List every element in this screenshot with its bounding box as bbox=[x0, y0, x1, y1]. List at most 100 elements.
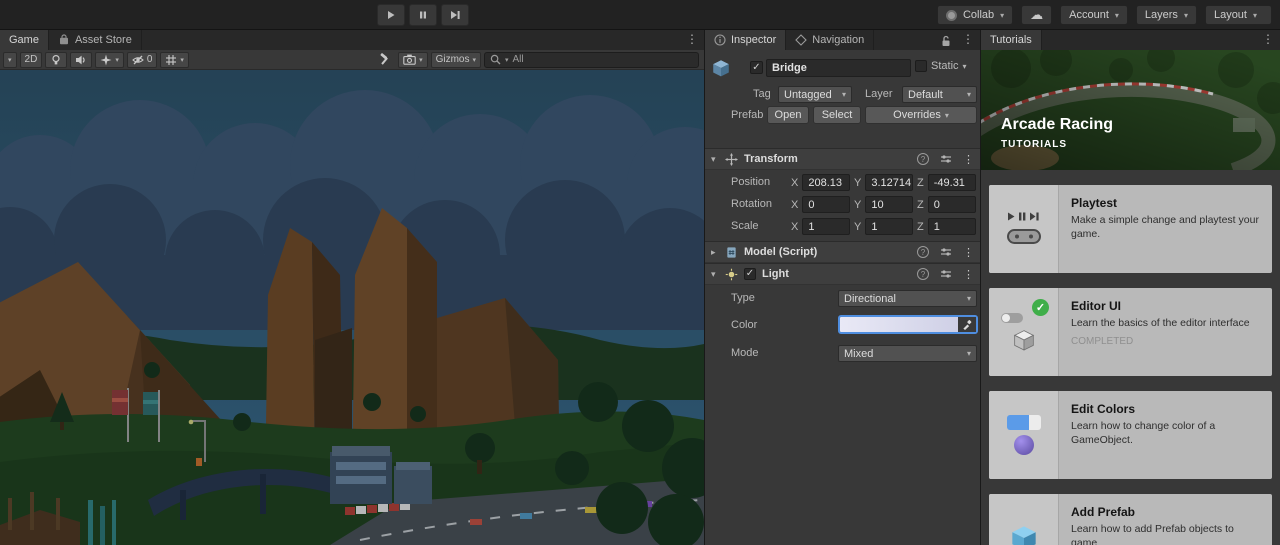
help-icon[interactable]: ? bbox=[917, 246, 929, 258]
game-scene-render bbox=[0, 70, 704, 545]
script-icon bbox=[727, 246, 736, 258]
gameobject-name-field[interactable]: Bridge bbox=[766, 59, 911, 77]
help-icon[interactable]: ? bbox=[917, 268, 929, 280]
foldout-icon[interactable]: ▾ bbox=[711, 154, 719, 165]
presets-icon[interactable] bbox=[940, 246, 952, 258]
color-bar-icon bbox=[1006, 415, 1041, 430]
gizmos-dropdown[interactable]: Gizmos ▾ bbox=[430, 51, 481, 68]
position-x[interactable]: X 208.13 bbox=[791, 174, 851, 191]
scale-y[interactable]: Y1 bbox=[854, 218, 914, 235]
position-x-field[interactable]: 208.13 bbox=[802, 174, 851, 191]
scene-visibility-toggle[interactable]: 0 bbox=[126, 51, 158, 68]
layers-button[interactable]: Layers ▾ bbox=[1135, 5, 1197, 25]
static-control[interactable]: Static ▾ bbox=[915, 60, 967, 72]
y-label: Y bbox=[854, 220, 862, 233]
tutorials-menu-kebab-icon[interactable]: ⋮ bbox=[1262, 32, 1274, 46]
model-script-component-header[interactable]: ▸ Model (Script) ? ⋮ bbox=[705, 241, 980, 263]
editor-tools-button[interactable] bbox=[374, 52, 395, 68]
layer-dropdown[interactable]: Default ▾ bbox=[902, 86, 977, 103]
grid-dropdown[interactable]: ▾ bbox=[160, 51, 189, 68]
tab-asset-store[interactable]: Asset Store bbox=[49, 30, 142, 50]
model-script-title: Model (Script) bbox=[744, 246, 818, 258]
x-label: X bbox=[791, 220, 799, 233]
rotation-z[interactable]: Z0 bbox=[917, 196, 976, 213]
inspector-menu-kebab-icon[interactable]: ⋮ bbox=[962, 32, 974, 46]
component-kebab-icon[interactable]: ⋮ bbox=[963, 153, 974, 166]
check-icon: ✓ bbox=[752, 61, 761, 73]
prefab-overrides-button[interactable]: Overrides ▾ bbox=[865, 106, 977, 124]
scene-search-input[interactable]: ▾ All bbox=[484, 51, 699, 68]
light-type-dropdown[interactable]: Directional ▾ bbox=[838, 290, 977, 307]
pause-button[interactable] bbox=[409, 4, 437, 26]
x-label: X bbox=[791, 176, 799, 189]
account-button[interactable]: Account ▾ bbox=[1060, 5, 1128, 25]
navigation-icon bbox=[795, 34, 808, 46]
card-desc: Learn how to change color of a GameObjec… bbox=[1071, 420, 1216, 446]
prefab-cube-icon bbox=[1011, 526, 1036, 545]
scale-x[interactable]: X1 bbox=[791, 218, 851, 235]
rotation-x[interactable]: X0 bbox=[791, 196, 851, 213]
tutorial-card-editor-ui[interactable]: ✓ Editor UI Learn the basics of the edit… bbox=[989, 288, 1272, 376]
cloud-button[interactable]: ☁ bbox=[1021, 5, 1053, 25]
foldout-icon[interactable]: ▸ bbox=[711, 247, 719, 258]
scale-x-field[interactable]: 1 bbox=[802, 218, 851, 235]
light-enabled-checkbox[interactable]: ✓ bbox=[744, 268, 756, 280]
eyedropper-button[interactable] bbox=[958, 317, 976, 332]
inspector-pane: Inspector Navigation ⋮ ✓ Bridge Static ▾… bbox=[704, 30, 980, 545]
tab-navigation[interactable]: Navigation bbox=[786, 30, 875, 50]
presets-icon[interactable] bbox=[940, 268, 952, 280]
rotation-x-field[interactable]: 0 bbox=[802, 196, 851, 213]
transform-component-header[interactable]: ▾ Transform ? ⋮ bbox=[705, 148, 980, 170]
tab-tutorials[interactable]: Tutorials bbox=[981, 30, 1042, 50]
scale-y-field[interactable]: 1 bbox=[865, 218, 914, 235]
step-button[interactable] bbox=[441, 4, 469, 26]
collab-button[interactable]: Collab ▾ bbox=[936, 5, 1014, 25]
light-component-header[interactable]: ▾ ✓ Light ? ⋮ bbox=[705, 263, 980, 285]
scale-z-field[interactable]: 1 bbox=[927, 218, 976, 235]
rotation-z-field[interactable]: 0 bbox=[927, 196, 976, 213]
tutorial-card-edit-colors[interactable]: Edit Colors Learn how to change color of… bbox=[989, 391, 1272, 479]
rotation-y[interactable]: Y 10 bbox=[854, 196, 914, 213]
tutorial-card-playtest[interactable]: Playtest Make a simple change and playte… bbox=[989, 185, 1272, 273]
position-z[interactable]: Z -49.31 bbox=[917, 174, 976, 191]
position-z-field[interactable]: -49.31 bbox=[927, 174, 976, 191]
layout-button[interactable]: Layout ▾ bbox=[1204, 5, 1272, 25]
tag-value: Untagged bbox=[784, 88, 832, 101]
select-label: Select bbox=[821, 109, 853, 121]
camera-dropdown[interactable]: ▾ bbox=[398, 51, 428, 68]
scale-z[interactable]: Z1 bbox=[917, 218, 976, 235]
play-icon bbox=[388, 11, 395, 19]
lighting-toggle[interactable] bbox=[45, 51, 68, 68]
draw-mode-dropdown[interactable]: ▾ bbox=[3, 51, 17, 68]
tab-inspector-label: Inspector bbox=[731, 34, 777, 46]
prefab-select-button[interactable]: Select bbox=[813, 106, 861, 124]
2d-toggle[interactable]: 2D bbox=[19, 51, 43, 68]
scene-menu-kebab-icon[interactable]: ⋮ bbox=[686, 32, 698, 46]
play-button[interactable] bbox=[377, 4, 405, 26]
search-scope-label: All bbox=[512, 54, 524, 65]
cloud-icon: ☁ bbox=[1030, 7, 1044, 22]
component-kebab-icon[interactable]: ⋮ bbox=[963, 246, 974, 259]
effects-dropdown[interactable]: ▾ bbox=[95, 51, 124, 68]
audio-toggle[interactable] bbox=[70, 51, 93, 68]
foldout-icon[interactable]: ▾ bbox=[711, 269, 719, 280]
component-kebab-icon[interactable]: ⋮ bbox=[963, 268, 974, 281]
presets-icon[interactable] bbox=[940, 153, 952, 165]
tag-dropdown[interactable]: Untagged ▾ bbox=[778, 86, 852, 103]
static-checkbox[interactable] bbox=[915, 60, 927, 72]
tutorial-card-add-prefab[interactable]: Add Prefab Learn how to add Prefab objec… bbox=[989, 494, 1272, 545]
scene-viewport[interactable] bbox=[0, 70, 704, 545]
position-y-field[interactable]: 3.12714 bbox=[865, 174, 914, 191]
active-checkbox[interactable]: ✓ bbox=[750, 61, 763, 74]
tab-inspector[interactable]: Inspector bbox=[705, 30, 787, 50]
color-swatch[interactable] bbox=[840, 317, 958, 332]
rotation-y-field[interactable]: 10 bbox=[865, 196, 914, 213]
light-mode-dropdown[interactable]: Mixed ▾ bbox=[838, 345, 977, 362]
prefab-open-button[interactable]: Open bbox=[767, 106, 809, 124]
light-color-field[interactable] bbox=[838, 315, 978, 334]
card-body: Playtest Make a simple change and playte… bbox=[1059, 185, 1272, 273]
tab-game[interactable]: Game bbox=[0, 30, 49, 50]
help-icon[interactable]: ? bbox=[917, 153, 929, 165]
light-color-label: Color bbox=[731, 319, 758, 331]
position-y[interactable]: Y 3.12714 bbox=[854, 174, 914, 191]
